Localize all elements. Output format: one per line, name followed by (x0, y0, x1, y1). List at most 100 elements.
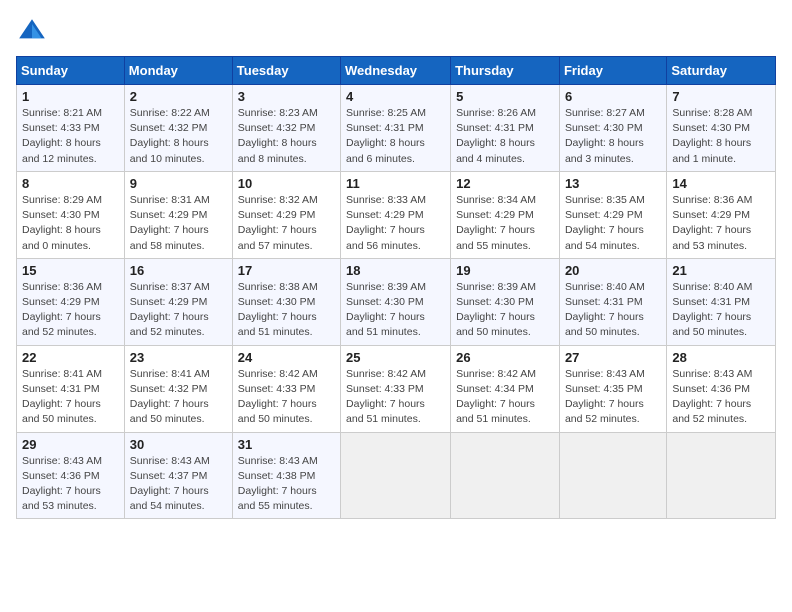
calendar-day-cell: 31 Sunrise: 8:43 AM Sunset: 4:38 PM Dayl… (232, 432, 340, 519)
calendar-day-cell: 4 Sunrise: 8:25 AM Sunset: 4:31 PM Dayli… (341, 85, 451, 172)
calendar-week-row: 8 Sunrise: 8:29 AM Sunset: 4:30 PM Dayli… (17, 171, 776, 258)
day-info: Sunrise: 8:35 AM Sunset: 4:29 PM Dayligh… (565, 193, 661, 254)
day-number: 11 (346, 176, 445, 191)
calendar-day-cell (559, 432, 666, 519)
day-info: Sunrise: 8:43 AM Sunset: 4:36 PM Dayligh… (672, 367, 770, 428)
calendar-day-cell: 11 Sunrise: 8:33 AM Sunset: 4:29 PM Dayl… (341, 171, 451, 258)
calendar-day-cell: 1 Sunrise: 8:21 AM Sunset: 4:33 PM Dayli… (17, 85, 125, 172)
day-number: 18 (346, 263, 445, 278)
day-number: 31 (238, 437, 335, 452)
calendar-table: SundayMondayTuesdayWednesdayThursdayFrid… (16, 56, 776, 519)
calendar-day-cell: 28 Sunrise: 8:43 AM Sunset: 4:36 PM Dayl… (667, 345, 776, 432)
weekday-header: Friday (559, 57, 666, 85)
day-info: Sunrise: 8:39 AM Sunset: 4:30 PM Dayligh… (346, 280, 445, 341)
day-info: Sunrise: 8:32 AM Sunset: 4:29 PM Dayligh… (238, 193, 335, 254)
day-number: 27 (565, 350, 661, 365)
calendar-day-cell (667, 432, 776, 519)
day-info: Sunrise: 8:42 AM Sunset: 4:33 PM Dayligh… (238, 367, 335, 428)
calendar-day-cell: 5 Sunrise: 8:26 AM Sunset: 4:31 PM Dayli… (451, 85, 560, 172)
day-number: 29 (22, 437, 119, 452)
calendar-day-cell: 14 Sunrise: 8:36 AM Sunset: 4:29 PM Dayl… (667, 171, 776, 258)
calendar-day-cell: 2 Sunrise: 8:22 AM Sunset: 4:32 PM Dayli… (124, 85, 232, 172)
day-number: 28 (672, 350, 770, 365)
calendar-day-cell: 19 Sunrise: 8:39 AM Sunset: 4:30 PM Dayl… (451, 258, 560, 345)
calendar-day-cell (341, 432, 451, 519)
calendar-day-cell: 6 Sunrise: 8:27 AM Sunset: 4:30 PM Dayli… (559, 85, 666, 172)
day-number: 15 (22, 263, 119, 278)
day-info: Sunrise: 8:42 AM Sunset: 4:33 PM Dayligh… (346, 367, 445, 428)
day-number: 14 (672, 176, 770, 191)
day-info: Sunrise: 8:40 AM Sunset: 4:31 PM Dayligh… (672, 280, 770, 341)
calendar-day-cell: 13 Sunrise: 8:35 AM Sunset: 4:29 PM Dayl… (559, 171, 666, 258)
day-info: Sunrise: 8:25 AM Sunset: 4:31 PM Dayligh… (346, 106, 445, 167)
day-number: 25 (346, 350, 445, 365)
calendar-week-row: 1 Sunrise: 8:21 AM Sunset: 4:33 PM Dayli… (17, 85, 776, 172)
day-info: Sunrise: 8:43 AM Sunset: 4:37 PM Dayligh… (130, 454, 227, 515)
calendar-day-cell: 16 Sunrise: 8:37 AM Sunset: 4:29 PM Dayl… (124, 258, 232, 345)
day-info: Sunrise: 8:34 AM Sunset: 4:29 PM Dayligh… (456, 193, 554, 254)
day-info: Sunrise: 8:41 AM Sunset: 4:32 PM Dayligh… (130, 367, 227, 428)
calendar-day-cell: 26 Sunrise: 8:42 AM Sunset: 4:34 PM Dayl… (451, 345, 560, 432)
day-number: 3 (238, 89, 335, 104)
calendar-day-cell: 29 Sunrise: 8:43 AM Sunset: 4:36 PM Dayl… (17, 432, 125, 519)
day-number: 21 (672, 263, 770, 278)
calendar-day-cell: 25 Sunrise: 8:42 AM Sunset: 4:33 PM Dayl… (341, 345, 451, 432)
day-number: 22 (22, 350, 119, 365)
calendar-day-cell: 3 Sunrise: 8:23 AM Sunset: 4:32 PM Dayli… (232, 85, 340, 172)
day-info: Sunrise: 8:36 AM Sunset: 4:29 PM Dayligh… (672, 193, 770, 254)
calendar-day-cell: 10 Sunrise: 8:32 AM Sunset: 4:29 PM Dayl… (232, 171, 340, 258)
day-number: 12 (456, 176, 554, 191)
day-info: Sunrise: 8:33 AM Sunset: 4:29 PM Dayligh… (346, 193, 445, 254)
day-number: 24 (238, 350, 335, 365)
day-info: Sunrise: 8:36 AM Sunset: 4:29 PM Dayligh… (22, 280, 119, 341)
calendar-day-cell: 24 Sunrise: 8:42 AM Sunset: 4:33 PM Dayl… (232, 345, 340, 432)
day-info: Sunrise: 8:39 AM Sunset: 4:30 PM Dayligh… (456, 280, 554, 341)
weekday-header: Saturday (667, 57, 776, 85)
weekday-header: Thursday (451, 57, 560, 85)
day-number: 13 (565, 176, 661, 191)
day-info: Sunrise: 8:37 AM Sunset: 4:29 PM Dayligh… (130, 280, 227, 341)
calendar-day-cell: 12 Sunrise: 8:34 AM Sunset: 4:29 PM Dayl… (451, 171, 560, 258)
calendar-day-cell: 17 Sunrise: 8:38 AM Sunset: 4:30 PM Dayl… (232, 258, 340, 345)
day-info: Sunrise: 8:22 AM Sunset: 4:32 PM Dayligh… (130, 106, 227, 167)
day-number: 6 (565, 89, 661, 104)
calendar-day-cell: 21 Sunrise: 8:40 AM Sunset: 4:31 PM Dayl… (667, 258, 776, 345)
calendar-day-cell: 22 Sunrise: 8:41 AM Sunset: 4:31 PM Dayl… (17, 345, 125, 432)
day-number: 17 (238, 263, 335, 278)
day-number: 2 (130, 89, 227, 104)
day-number: 20 (565, 263, 661, 278)
weekday-header: Sunday (17, 57, 125, 85)
calendar-day-cell: 8 Sunrise: 8:29 AM Sunset: 4:30 PM Dayli… (17, 171, 125, 258)
day-info: Sunrise: 8:41 AM Sunset: 4:31 PM Dayligh… (22, 367, 119, 428)
calendar-day-cell: 15 Sunrise: 8:36 AM Sunset: 4:29 PM Dayl… (17, 258, 125, 345)
calendar-day-cell: 20 Sunrise: 8:40 AM Sunset: 4:31 PM Dayl… (559, 258, 666, 345)
day-info: Sunrise: 8:43 AM Sunset: 4:35 PM Dayligh… (565, 367, 661, 428)
day-number: 19 (456, 263, 554, 278)
day-number: 7 (672, 89, 770, 104)
calendar-day-cell: 9 Sunrise: 8:31 AM Sunset: 4:29 PM Dayli… (124, 171, 232, 258)
day-number: 10 (238, 176, 335, 191)
calendar-week-row: 22 Sunrise: 8:41 AM Sunset: 4:31 PM Dayl… (17, 345, 776, 432)
day-info: Sunrise: 8:26 AM Sunset: 4:31 PM Dayligh… (456, 106, 554, 167)
day-info: Sunrise: 8:23 AM Sunset: 4:32 PM Dayligh… (238, 106, 335, 167)
day-info: Sunrise: 8:31 AM Sunset: 4:29 PM Dayligh… (130, 193, 227, 254)
day-info: Sunrise: 8:43 AM Sunset: 4:38 PM Dayligh… (238, 454, 335, 515)
day-number: 8 (22, 176, 119, 191)
day-number: 23 (130, 350, 227, 365)
weekday-header: Monday (124, 57, 232, 85)
day-number: 5 (456, 89, 554, 104)
day-info: Sunrise: 8:43 AM Sunset: 4:36 PM Dayligh… (22, 454, 119, 515)
logo-icon (16, 16, 48, 48)
calendar-day-cell (451, 432, 560, 519)
weekday-header: Wednesday (341, 57, 451, 85)
page-header (16, 16, 776, 48)
day-number: 26 (456, 350, 554, 365)
day-info: Sunrise: 8:38 AM Sunset: 4:30 PM Dayligh… (238, 280, 335, 341)
calendar-day-cell: 18 Sunrise: 8:39 AM Sunset: 4:30 PM Dayl… (341, 258, 451, 345)
calendar-week-row: 15 Sunrise: 8:36 AM Sunset: 4:29 PM Dayl… (17, 258, 776, 345)
day-info: Sunrise: 8:27 AM Sunset: 4:30 PM Dayligh… (565, 106, 661, 167)
calendar-day-cell: 27 Sunrise: 8:43 AM Sunset: 4:35 PM Dayl… (559, 345, 666, 432)
day-info: Sunrise: 8:29 AM Sunset: 4:30 PM Dayligh… (22, 193, 119, 254)
day-info: Sunrise: 8:42 AM Sunset: 4:34 PM Dayligh… (456, 367, 554, 428)
calendar-week-row: 29 Sunrise: 8:43 AM Sunset: 4:36 PM Dayl… (17, 432, 776, 519)
